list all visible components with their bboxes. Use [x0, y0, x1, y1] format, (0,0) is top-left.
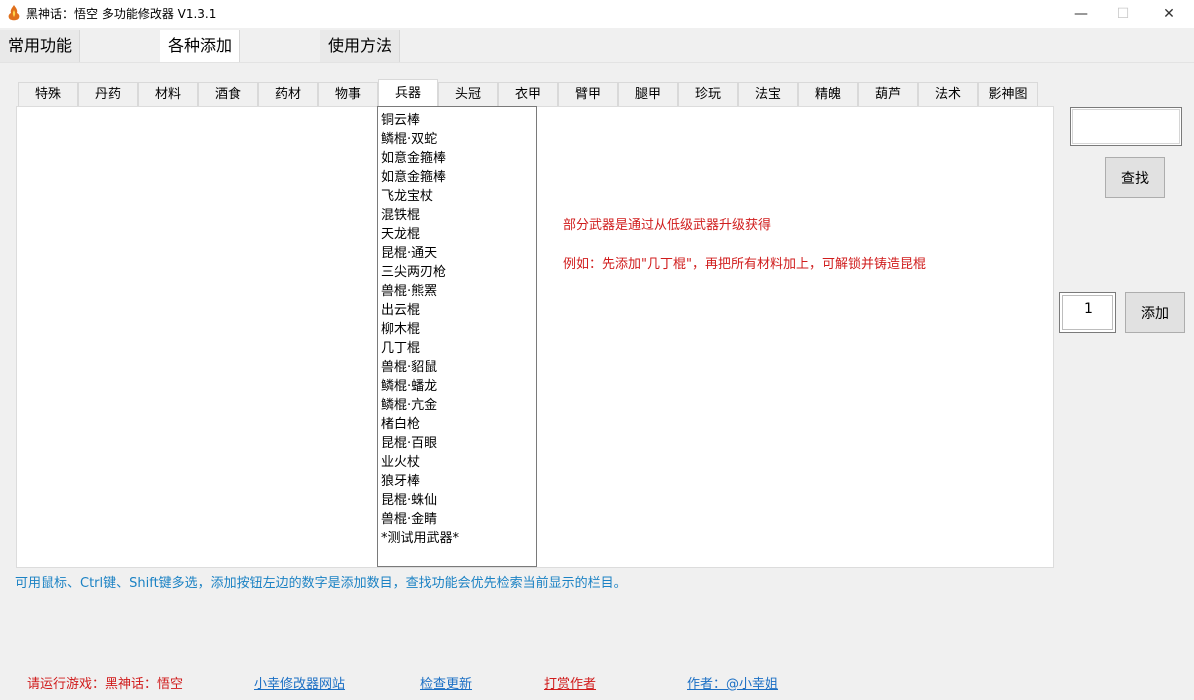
subtab-curios[interactable]: 珍玩	[678, 82, 738, 106]
subtab-food-drink[interactable]: 酒食	[198, 82, 258, 106]
tab-usage[interactable]: 使用方法	[320, 30, 400, 62]
list-item[interactable]: 几丁棍	[381, 337, 420, 356]
subtab-journal[interactable]: 影神图	[978, 82, 1038, 106]
list-item[interactable]: 鳞棍·亢金	[381, 394, 437, 413]
gourd-flame-icon	[8, 5, 20, 21]
search-input[interactable]	[1070, 107, 1182, 146]
subtab-pills[interactable]: 丹药	[78, 82, 138, 106]
minimize-button[interactable]: —	[1058, 0, 1104, 28]
list-item[interactable]: 鳞棍·双蛇	[381, 128, 437, 147]
subtab-gourds[interactable]: 葫芦	[858, 82, 918, 106]
subtab-herbs[interactable]: 药材	[258, 82, 318, 106]
list-item[interactable]: 如意金箍棒	[381, 147, 446, 166]
subtab-headgear[interactable]: 头冠	[438, 82, 498, 106]
game-status-text: 请运行游戏：黑神话：悟空	[27, 677, 184, 692]
search-button[interactable]: 查找	[1105, 157, 1165, 198]
subtab-treasures[interactable]: 法宝	[738, 82, 798, 106]
list-item[interactable]: 出云棍	[381, 299, 420, 318]
list-item[interactable]: 兽棍·貂鼠	[381, 356, 437, 375]
donate-link[interactable]: 打赏作者	[544, 673, 596, 692]
list-item[interactable]: 铜云棒	[381, 109, 420, 128]
list-item[interactable]: *测试用武器*	[381, 527, 459, 546]
usage-hint: 可用鼠标、Ctrl键、Shift键多选，添加按钮左边的数字是添加数目，查找功能会…	[15, 576, 627, 591]
list-item[interactable]: 楮白枪	[381, 413, 420, 432]
list-item[interactable]: 昆棍·通天	[381, 242, 437, 261]
maximize-button[interactable]: ☐	[1100, 0, 1146, 28]
subtab-weapons[interactable]: 兵器	[378, 79, 438, 107]
author-link[interactable]: 作者：@小幸姐	[687, 673, 778, 692]
list-item[interactable]: 昆棍·蛛仙	[381, 489, 437, 508]
list-item[interactable]: 混铁棍	[381, 204, 420, 223]
main-tab-strip: 常用功能 各种添加 使用方法	[0, 30, 1194, 62]
list-item[interactable]: 飞龙宝杖	[381, 185, 433, 204]
quantity-value: 1	[1084, 301, 1093, 317]
add-button[interactable]: 添加	[1125, 292, 1185, 333]
weapon-listbox[interactable]: 铜云棒 鳞棍·双蛇 如意金箍棒 如意金箍棒 飞龙宝杖 混铁棍 天龙棍 昆棍·通天…	[377, 106, 537, 567]
subtab-body-armor[interactable]: 衣甲	[498, 82, 558, 106]
list-item[interactable]: 狼牙棒	[381, 470, 420, 489]
window-title: 黑神话：悟空 多功能修改器 V1.3.1	[26, 7, 217, 21]
list-item[interactable]: 鳞棍·蟠龙	[381, 375, 437, 394]
list-item[interactable]: 兽棍·熊罴	[381, 280, 437, 299]
title-bar: 黑神话：悟空 多功能修改器 V1.3.1 — ☐ ✕	[0, 0, 1194, 28]
weapon-upgrade-note: 部分武器是通过从低级武器升级获得	[563, 218, 772, 233]
close-button[interactable]: ✕	[1146, 0, 1192, 28]
divider	[0, 62, 1194, 63]
list-item[interactable]: 兽棍·金睛	[381, 508, 437, 527]
list-item[interactable]: 业火杖	[381, 451, 420, 470]
subtab-materials[interactable]: 材料	[138, 82, 198, 106]
tab-various-add[interactable]: 各种添加	[160, 30, 240, 62]
subtab-leg-armor[interactable]: 腿甲	[618, 82, 678, 106]
weapon-example-note: 例如：先添加"几丁棍"，再把所有材料加上，可解锁并铸造昆棍	[563, 257, 926, 272]
list-item[interactable]: 柳木棍	[381, 318, 420, 337]
list-item[interactable]: 三尖两刃枪	[381, 261, 446, 280]
list-item[interactable]: 昆棍·百眼	[381, 432, 437, 451]
subtab-items[interactable]: 物事	[318, 82, 378, 106]
website-link[interactable]: 小幸修改器网站	[254, 673, 345, 692]
subtab-special[interactable]: 特殊	[18, 82, 78, 106]
list-item[interactable]: 天龙棍	[381, 223, 420, 242]
subtab-spirits[interactable]: 精魄	[798, 82, 858, 106]
check-update-link[interactable]: 检查更新	[420, 673, 472, 692]
tab-common-functions[interactable]: 常用功能	[0, 30, 80, 62]
list-item[interactable]: 如意金箍棒	[381, 166, 446, 185]
subtab-spells[interactable]: 法术	[918, 82, 978, 106]
quantity-input[interactable]: 1	[1059, 292, 1116, 333]
subtab-arm-armor[interactable]: 臂甲	[558, 82, 618, 106]
